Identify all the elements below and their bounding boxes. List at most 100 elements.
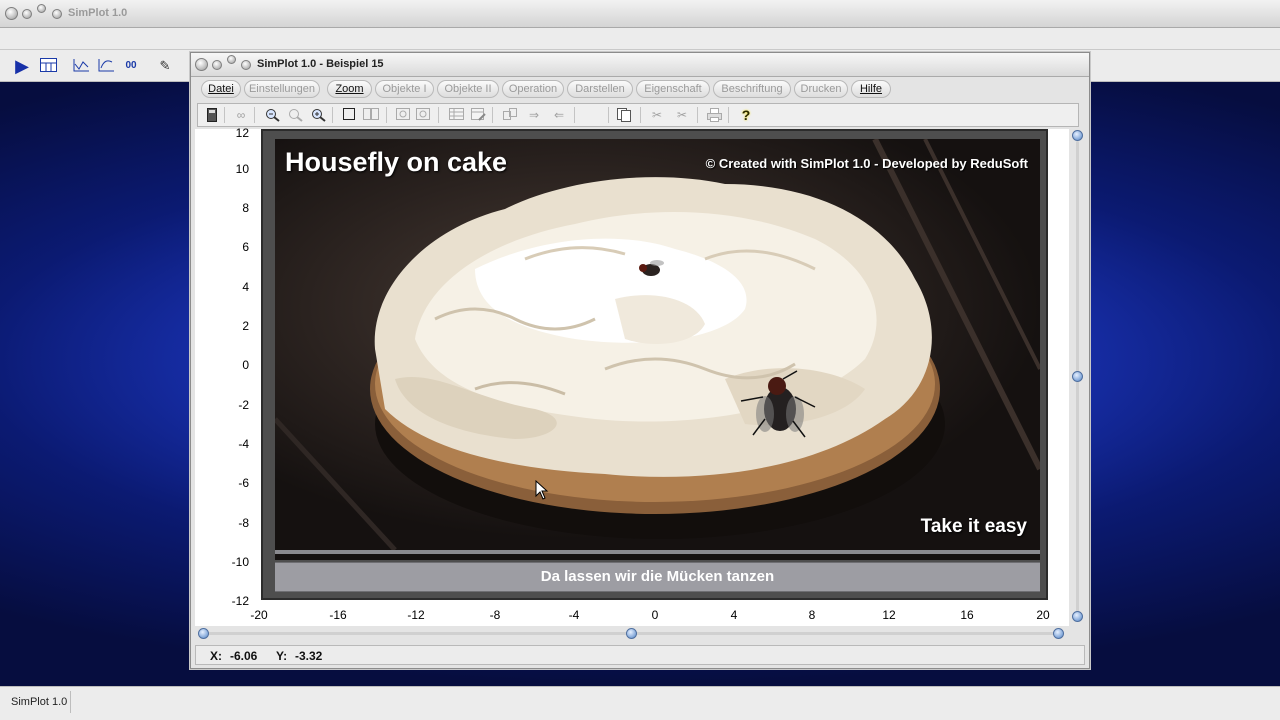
image-credit: © Created with SimPlot 1.0 - Developed b… [705, 156, 1028, 171]
scroll-up-button[interactable] [1072, 130, 1083, 141]
y-coordinate-label: Y: [276, 649, 288, 663]
child-minimize-button[interactable] [212, 60, 222, 70]
toolbar-separator [640, 107, 641, 123]
toolbar-separator [574, 107, 575, 123]
menu-beschriftung[interactable]: Beschriftung [713, 80, 791, 98]
zoom-reset-icon[interactable] [287, 108, 303, 122]
printer-icon[interactable] [706, 108, 722, 122]
maximize-button[interactable] [37, 4, 46, 13]
image-divider [275, 550, 1040, 554]
cut2-icon[interactable]: ✂ [674, 108, 690, 122]
close-button[interactable] [5, 7, 18, 20]
zoom-in-icon[interactable] [310, 108, 326, 122]
document-window: SimPlot 1.0 - Beispiel 15 Datei Einstell… [190, 52, 1090, 669]
y-tick-label: -8 [238, 516, 249, 530]
y-tick-label: 4 [242, 280, 249, 294]
image-tagline: Take it easy [920, 516, 1027, 537]
y-tick-label: 8 [242, 201, 249, 215]
pages-icon[interactable] [616, 108, 632, 122]
pen-icon[interactable]: ✎ [156, 58, 174, 74]
y-tick-label: 0 [242, 358, 249, 372]
main-status-text: SimPlot 1.0 [5, 691, 71, 713]
square-icon[interactable] [341, 108, 357, 122]
scroll-right-button[interactable] [1053, 628, 1064, 639]
y-tick-label: -4 [238, 437, 249, 451]
document-window-title: SimPlot 1.0 - Beispiel 15 [257, 58, 384, 70]
menu-darstellen[interactable]: Darstellen [567, 80, 633, 98]
x-tick-label: 4 [730, 608, 738, 622]
zoom-out-icon[interactable] [264, 108, 280, 122]
main-window-titlebar[interactable]: SimPlot 1.0 [0, 0, 1280, 28]
document-menubar: Datei Einstellungen Zoom Objekte I Objek… [199, 80, 1085, 100]
copy-range-icon[interactable] [502, 108, 518, 122]
x-tick-label: -12 [407, 608, 425, 622]
menu-einstellungen[interactable]: Einstellungen [244, 80, 320, 98]
table-icon[interactable] [448, 108, 464, 122]
play-icon[interactable]: ▶ [13, 57, 31, 75]
child-window-menu-button[interactable] [241, 60, 251, 70]
cake-illustration [275, 139, 1040, 550]
menu-datei[interactable]: Datei [201, 80, 241, 98]
minimize-button[interactable] [22, 9, 32, 19]
menu-objekte-1[interactable]: Objekte I [375, 80, 434, 98]
menu-objekte-2[interactable]: Objekte II [437, 80, 499, 98]
y-tick-label: -6 [238, 476, 249, 490]
horizontal-scroll-thumb[interactable] [626, 628, 637, 639]
y-tick-label: 6 [242, 240, 249, 254]
double-square-icon[interactable] [363, 108, 379, 122]
image-caption: Da lassen wir die Mücken tanzen [275, 562, 1040, 592]
x-tick-label: -20 [250, 608, 268, 622]
grid-calc-icon[interactable] [39, 58, 57, 74]
menu-eigenschaft[interactable]: Eigenschaft [636, 80, 710, 98]
menu-drucken[interactable]: Drucken [794, 80, 848, 98]
y-coordinate-value: -3.32 [295, 649, 323, 663]
arrow-left-icon[interactable]: ⇐ [551, 108, 567, 122]
y-tick-label: 12 [235, 126, 249, 140]
toolbar-separator [224, 107, 225, 123]
menu-zoom[interactable]: Zoom [327, 80, 372, 98]
toolbar-separator [254, 107, 255, 123]
data-points-icon[interactable]: 00 [122, 58, 140, 74]
main-menubar [0, 28, 1280, 50]
toolbar-separator [386, 107, 387, 123]
document-window-titlebar[interactable]: SimPlot 1.0 - Beispiel 15 [191, 53, 1089, 77]
y-tick-label: 2 [242, 319, 249, 333]
child-maximize-button[interactable] [227, 55, 236, 64]
table-edit-icon[interactable] [470, 108, 486, 122]
arrow-right-icon[interactable]: ⇒ [526, 108, 542, 122]
toolbar-separator [608, 107, 609, 123]
x-coordinate-label: X: [210, 649, 222, 663]
menu-operation[interactable]: Operation [502, 80, 564, 98]
frame2-icon[interactable] [415, 108, 431, 122]
xy-chart-icon[interactable] [97, 58, 115, 74]
child-close-button[interactable] [195, 58, 208, 71]
horizontal-scrollbar[interactable] [195, 626, 1069, 642]
line-chart-icon[interactable] [72, 58, 90, 74]
vertical-scroll-thumb[interactable] [1072, 371, 1083, 382]
window-menu-button[interactable] [52, 9, 62, 19]
vertical-scrollbar[interactable] [1070, 129, 1086, 625]
menu-hilfe[interactable]: Hilfe [851, 80, 891, 98]
x-coordinate-value: -6.06 [230, 649, 258, 663]
toolbar-separator [332, 107, 333, 123]
frame-icon[interactable] [395, 108, 411, 122]
glasses-icon[interactable]: ∞ [233, 108, 249, 122]
x-tick-label: -4 [568, 608, 580, 622]
scroll-left-button[interactable] [198, 628, 209, 639]
x-tick-label: -8 [489, 608, 501, 622]
main-window-title: SimPlot 1.0 [68, 7, 128, 19]
mouse-cursor-icon [535, 480, 549, 500]
cut-icon[interactable]: ✂ [649, 108, 665, 122]
cake-photo[interactable]: Housefly on cake © Created with SimPlot … [275, 139, 1040, 560]
toolbar-separator [728, 107, 729, 123]
toolbar-separator [697, 107, 698, 123]
scroll-down-button[interactable] [1072, 611, 1083, 622]
help-icon[interactable]: ? [738, 108, 754, 122]
x-tick-label: 8 [808, 608, 816, 622]
plot-area[interactable]: 12 10 8 6 4 2 0 -2 -4 -6 -8 -10 -12 -20 … [195, 126, 1069, 626]
x-tick-label: 20 [1036, 608, 1050, 622]
calculator-icon[interactable] [204, 108, 220, 122]
x-tick-label: 16 [960, 608, 974, 622]
y-tick-label: -12 [231, 594, 249, 608]
coordinate-statusbar: X: -6.06 Y: -3.32 [195, 645, 1085, 665]
